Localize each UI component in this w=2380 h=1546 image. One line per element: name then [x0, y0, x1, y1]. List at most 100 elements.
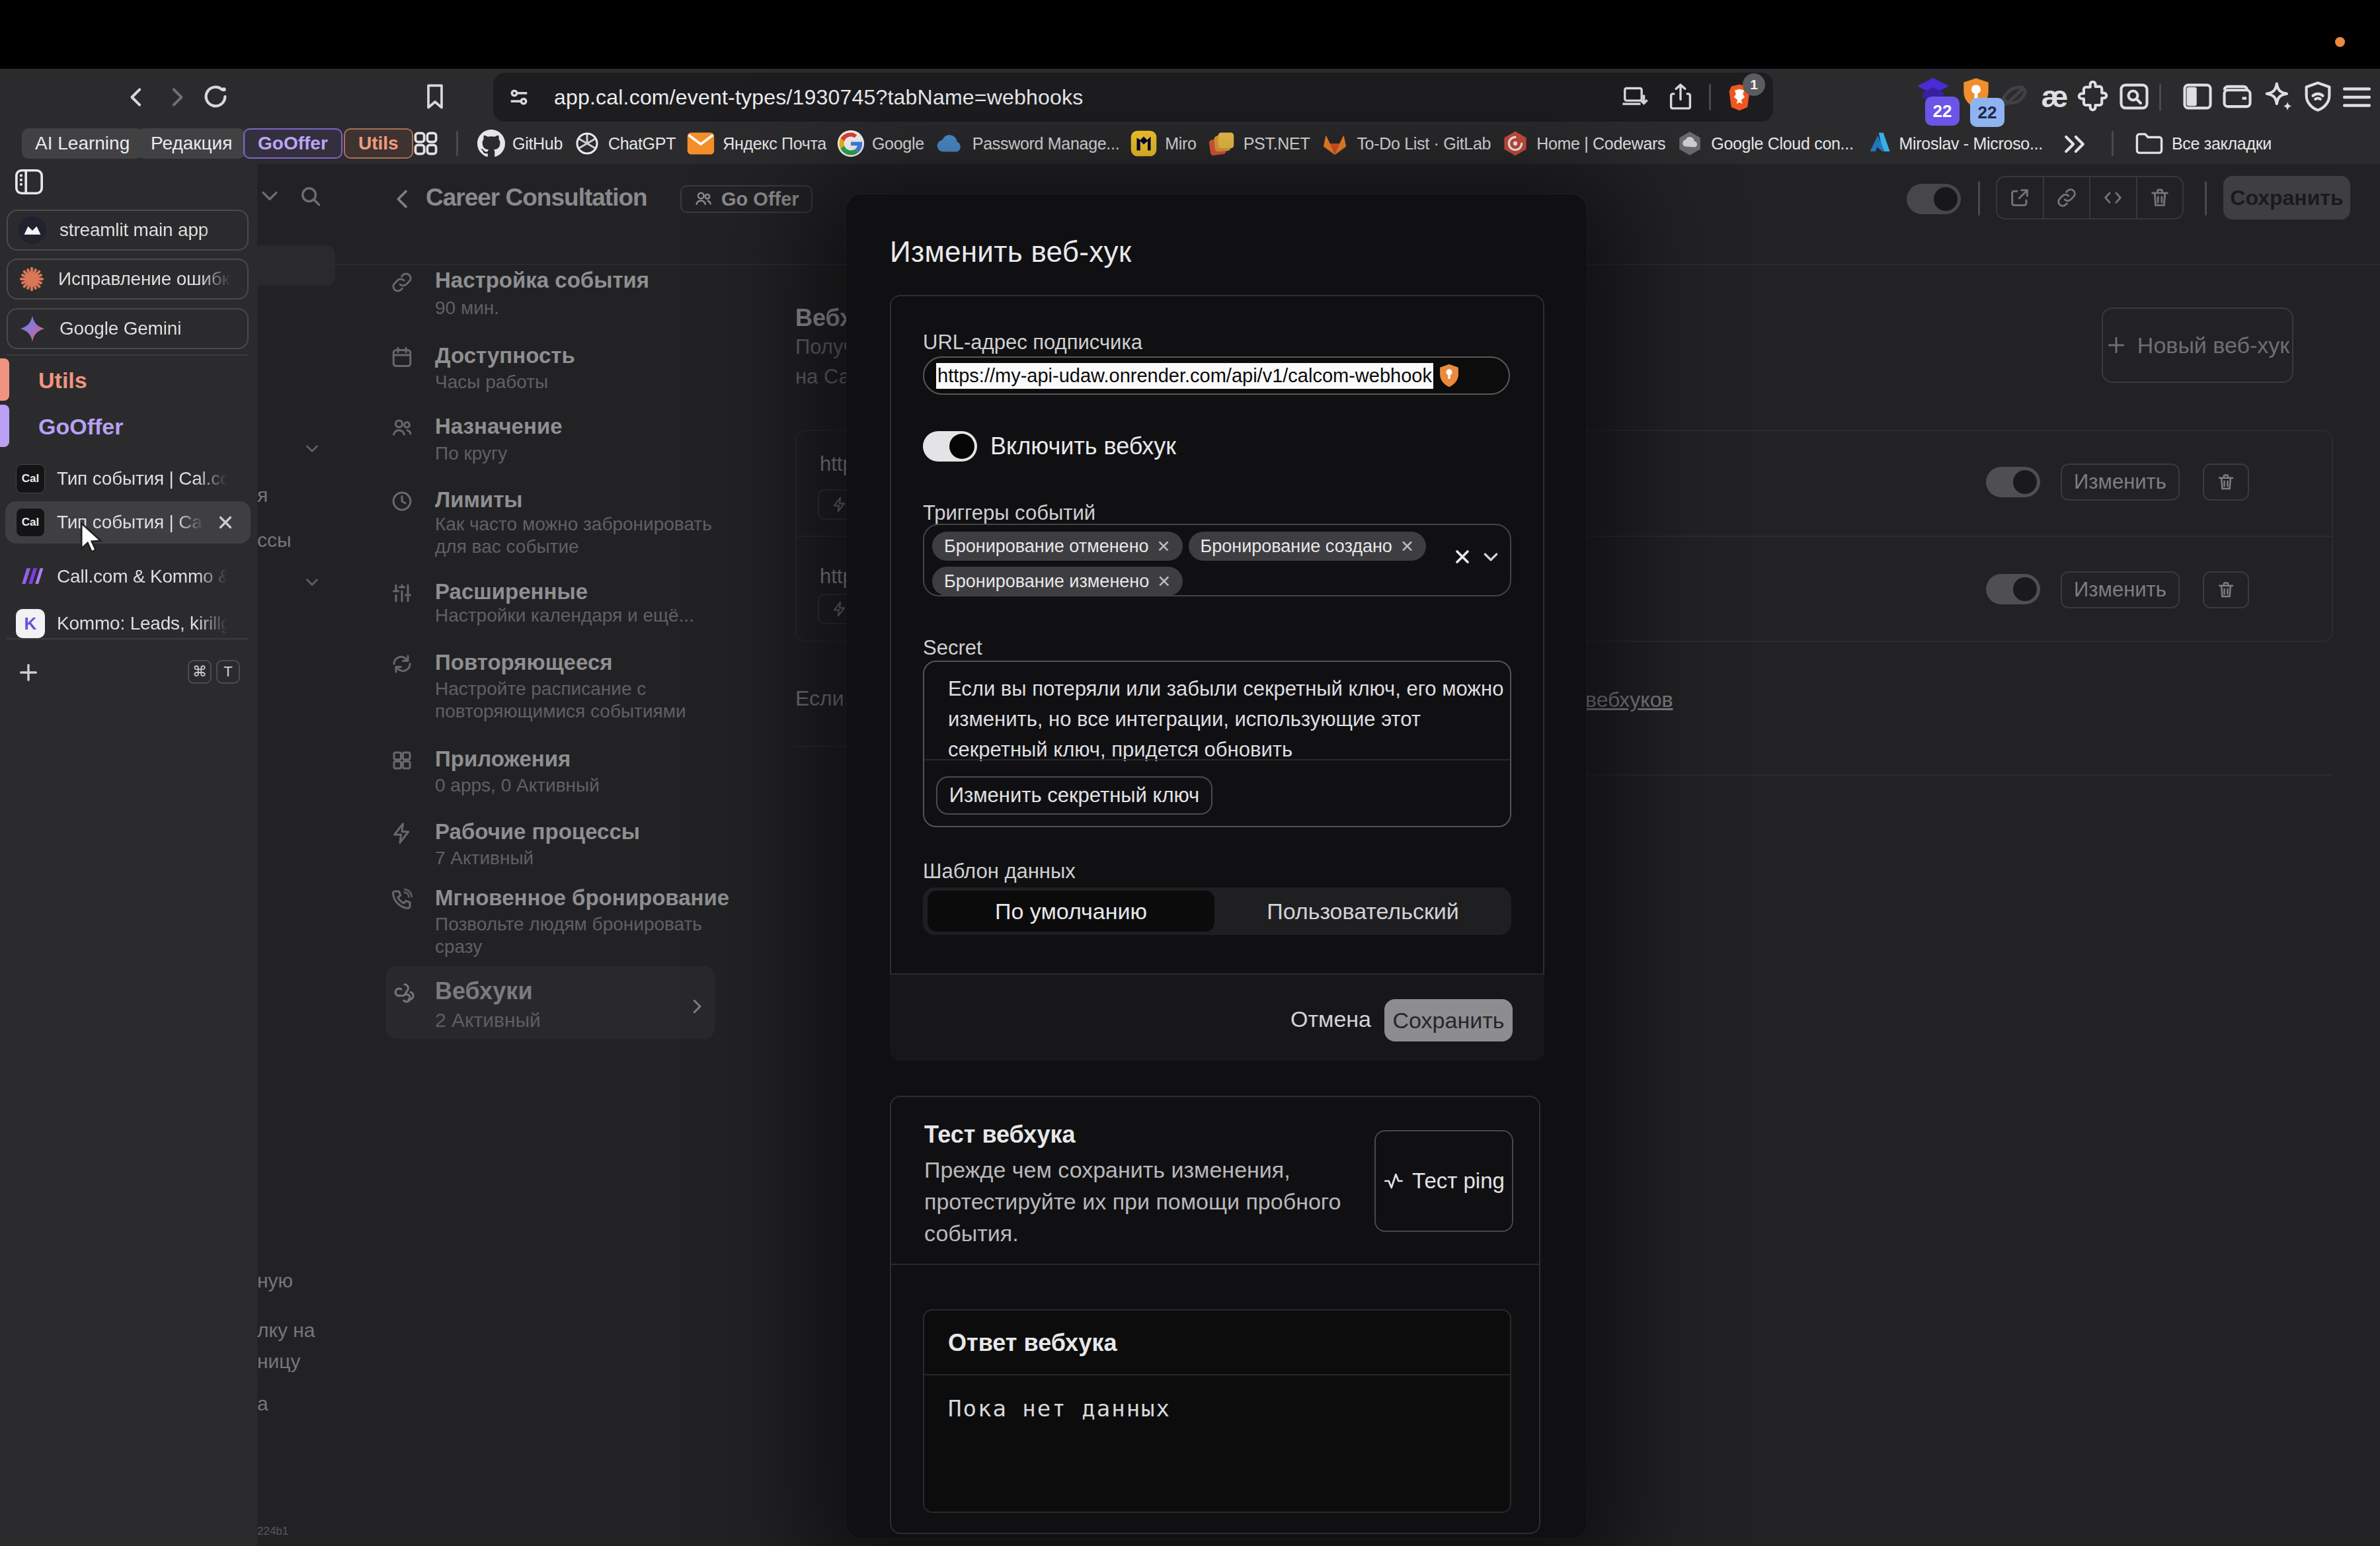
nav-item-title[interactable]: Расширенные — [435, 579, 588, 604]
embed-code-icon[interactable] — [2090, 177, 2137, 218]
pinned-tab-streamlit[interactable]: streamlit main app — [7, 210, 249, 251]
nav-item-title[interactable]: Доступность — [435, 343, 575, 368]
event-enabled-toggle[interactable] — [1907, 184, 1961, 214]
test-ping-button[interactable]: Тест ping — [1374, 1130, 1513, 1232]
select-chevron-icon[interactable] — [1481, 549, 1501, 566]
app-nav-section-chevron[interactable] — [303, 575, 321, 590]
nav-item-title[interactable]: Приложения — [435, 747, 571, 772]
nav-item-title[interactable]: Назначение — [435, 414, 563, 439]
trigger-chip[interactable]: Бронирование изменено ✕ — [932, 567, 1183, 596]
search-in-page-icon[interactable] — [2117, 79, 2151, 114]
back-button[interactable] — [120, 81, 153, 114]
site-settings-icon[interactable] — [505, 83, 533, 111]
wallet-icon[interactable] — [2220, 79, 2254, 114]
nav-item-title[interactable]: Рабочие процессы — [435, 819, 640, 844]
sidebar-group-gooffer[interactable]: GoOffer — [38, 414, 123, 440]
copy-link-icon[interactable] — [2044, 177, 2091, 218]
app-nav-section-chevron[interactable] — [303, 442, 321, 456]
nav-item-title[interactable]: Лимиты — [435, 487, 522, 512]
templates-link-fragment[interactable]: вебхуков — [1585, 688, 1673, 712]
tab-cal-event-types-1[interactable]: Cal Тип события | Cal.com — [5, 458, 251, 500]
share-icon[interactable] — [1668, 83, 1693, 112]
bookmark-miro[interactable]: Miro — [1130, 128, 1196, 159]
cancel-button[interactable]: Отмена — [1290, 1006, 1371, 1032]
bookmark-gcloud[interactable]: Google Cloud con... — [1676, 128, 1853, 159]
page-back-button[interactable] — [389, 186, 416, 212]
pinned-tab-claude[interactable]: Исправление ошибки ин — [7, 259, 249, 300]
bookmark-password-manager[interactable]: Password Manage... — [935, 128, 1120, 159]
bookmark-chatgpt[interactable]: ChatGPT — [573, 128, 676, 159]
bookmarks-overflow-chevrons[interactable] — [2055, 131, 2094, 157]
pinned-tab-gemini[interactable]: Google Gemini — [7, 308, 249, 349]
bookmark-icon[interactable] — [418, 79, 452, 114]
sidebar-toggle-icon[interactable] — [2180, 79, 2215, 114]
app-search-icon[interactable] — [298, 184, 323, 209]
bookmark-folder-utils[interactable]: Utils — [344, 128, 413, 159]
webhook-delete-button[interactable] — [2203, 464, 2249, 501]
apps-grid-icon[interactable] — [410, 128, 442, 159]
trigger-chip[interactable]: Бронирование создано ✕ — [1189, 532, 1426, 561]
bookmark-gitlab[interactable]: To-Do List · GitLab — [1320, 128, 1491, 159]
webhook-row-toggle[interactable] — [1986, 574, 2040, 604]
all-bookmarks-button[interactable]: Все закладки — [2134, 128, 2272, 159]
app-nav-fragment: а — [257, 1393, 268, 1415]
bookmark-codewars[interactable]: Home | Codewars — [1501, 128, 1665, 159]
webhook-edit-button[interactable]: Изменить — [2061, 464, 2180, 501]
app-nav-active-pill[interactable] — [257, 245, 335, 286]
tab-callcom-kommo[interactable]: Call.com & Kommo & Sav — [5, 555, 251, 598]
bookmark-folder-redakcia[interactable]: Редакция — [138, 128, 245, 159]
chip-remove-icon[interactable]: ✕ — [1157, 572, 1171, 591]
tab-cal-event-types-2-active[interactable]: Cal Тип события | Cal.co — [5, 501, 251, 544]
bookmark-folder-gooffer[interactable]: GoOffer — [243, 128, 342, 159]
delete-event-icon[interactable] — [2137, 177, 2183, 218]
bookmark-yandex-mail[interactable]: Яндекс Почта — [686, 128, 826, 159]
url-text[interactable]: app.cal.com/event-types/1930745?tabName=… — [554, 85, 1620, 110]
event-triggers-select[interactable]: Бронирование отменено ✕ Бронирование соз… — [923, 524, 1511, 596]
select-clear-icon[interactable] — [1452, 546, 1473, 567]
enable-webhook-toggle[interactable] — [923, 431, 977, 462]
bookmark-azure[interactable]: Miroslav - Microso... — [1864, 128, 2043, 159]
secret-help-text: Если вы потеряли или забыли секретный кл… — [948, 674, 1514, 765]
preview-external-link-icon[interactable] — [1997, 177, 2044, 218]
webhook-edit-button[interactable]: Изменить — [2061, 571, 2180, 608]
tab-close-icon[interactable] — [216, 512, 235, 532]
chip-remove-icon[interactable]: ✕ — [1157, 537, 1171, 556]
bookmark-github[interactable]: GitHub — [477, 128, 563, 159]
extension-dark-icon[interactable] — [1998, 79, 2031, 112]
brave-shield-icon[interactable]: 1 — [1726, 81, 1753, 113]
change-secret-button[interactable]: Изменить секретный ключ — [936, 776, 1212, 815]
extension-shield-icon[interactable]: 22 — [1958, 75, 1994, 111]
page-save-button[interactable]: Сохранить — [2223, 176, 2350, 220]
leo-ai-star-icon[interactable] — [2261, 79, 2295, 114]
menu-hamburger-icon[interactable] — [2340, 82, 2373, 112]
reload-button[interactable] — [197, 78, 234, 115]
extension-purple-icon[interactable]: 22 — [1915, 75, 1952, 110]
bookmark-google[interactable]: Google — [837, 128, 924, 159]
address-bar[interactable]: app.cal.com/event-types/1930745?tabName=… — [493, 73, 1773, 122]
extensions-puzzle-icon[interactable] — [2076, 79, 2110, 114]
new-tab-plus-icon[interactable] — [15, 659, 42, 686]
trigger-chip[interactable]: Бронирование отменено ✕ — [932, 532, 1183, 561]
nav-item-title[interactable]: Повторяющееся — [435, 650, 613, 675]
nav-item-subtitle: По кругу — [435, 442, 713, 465]
laptop-download-icon[interactable] — [1620, 84, 1649, 110]
nav-item-title[interactable]: Вебхуки — [435, 977, 533, 1005]
template-default-option[interactable]: По умолчанию — [928, 891, 1214, 932]
sidebar-panel-toggle-icon[interactable] — [11, 165, 48, 198]
webhook-delete-button[interactable] — [2203, 571, 2249, 608]
team-switcher-chevron-icon[interactable] — [258, 186, 281, 206]
nav-item-title[interactable]: Мгновенное бронирование — [435, 885, 729, 911]
bookmark-pst[interactable]: PST.NET — [1207, 128, 1310, 159]
forward-button[interactable] — [160, 81, 193, 114]
chip-remove-icon[interactable]: ✕ — [1400, 537, 1414, 556]
sidebar-group-utils[interactable]: Utils — [38, 368, 87, 393]
new-webhook-button[interactable]: Новый веб-хук — [2102, 307, 2293, 383]
modal-save-button[interactable]: Сохранить — [1384, 999, 1513, 1041]
nav-item-title[interactable]: Настройка события — [435, 268, 649, 293]
bookmark-folder-ai-learning[interactable]: AI Learning — [22, 128, 143, 159]
template-custom-option[interactable]: Пользовательский — [1219, 891, 1507, 932]
vpn-shield-icon[interactable] — [2301, 79, 2335, 114]
subscriber-url-input[interactable]: https://my-api-udaw.onrender.com/api/v1/… — [923, 356, 1510, 395]
extension-ae-icon[interactable]: æ — [2034, 78, 2076, 115]
webhook-row-toggle[interactable] — [1986, 467, 2040, 497]
